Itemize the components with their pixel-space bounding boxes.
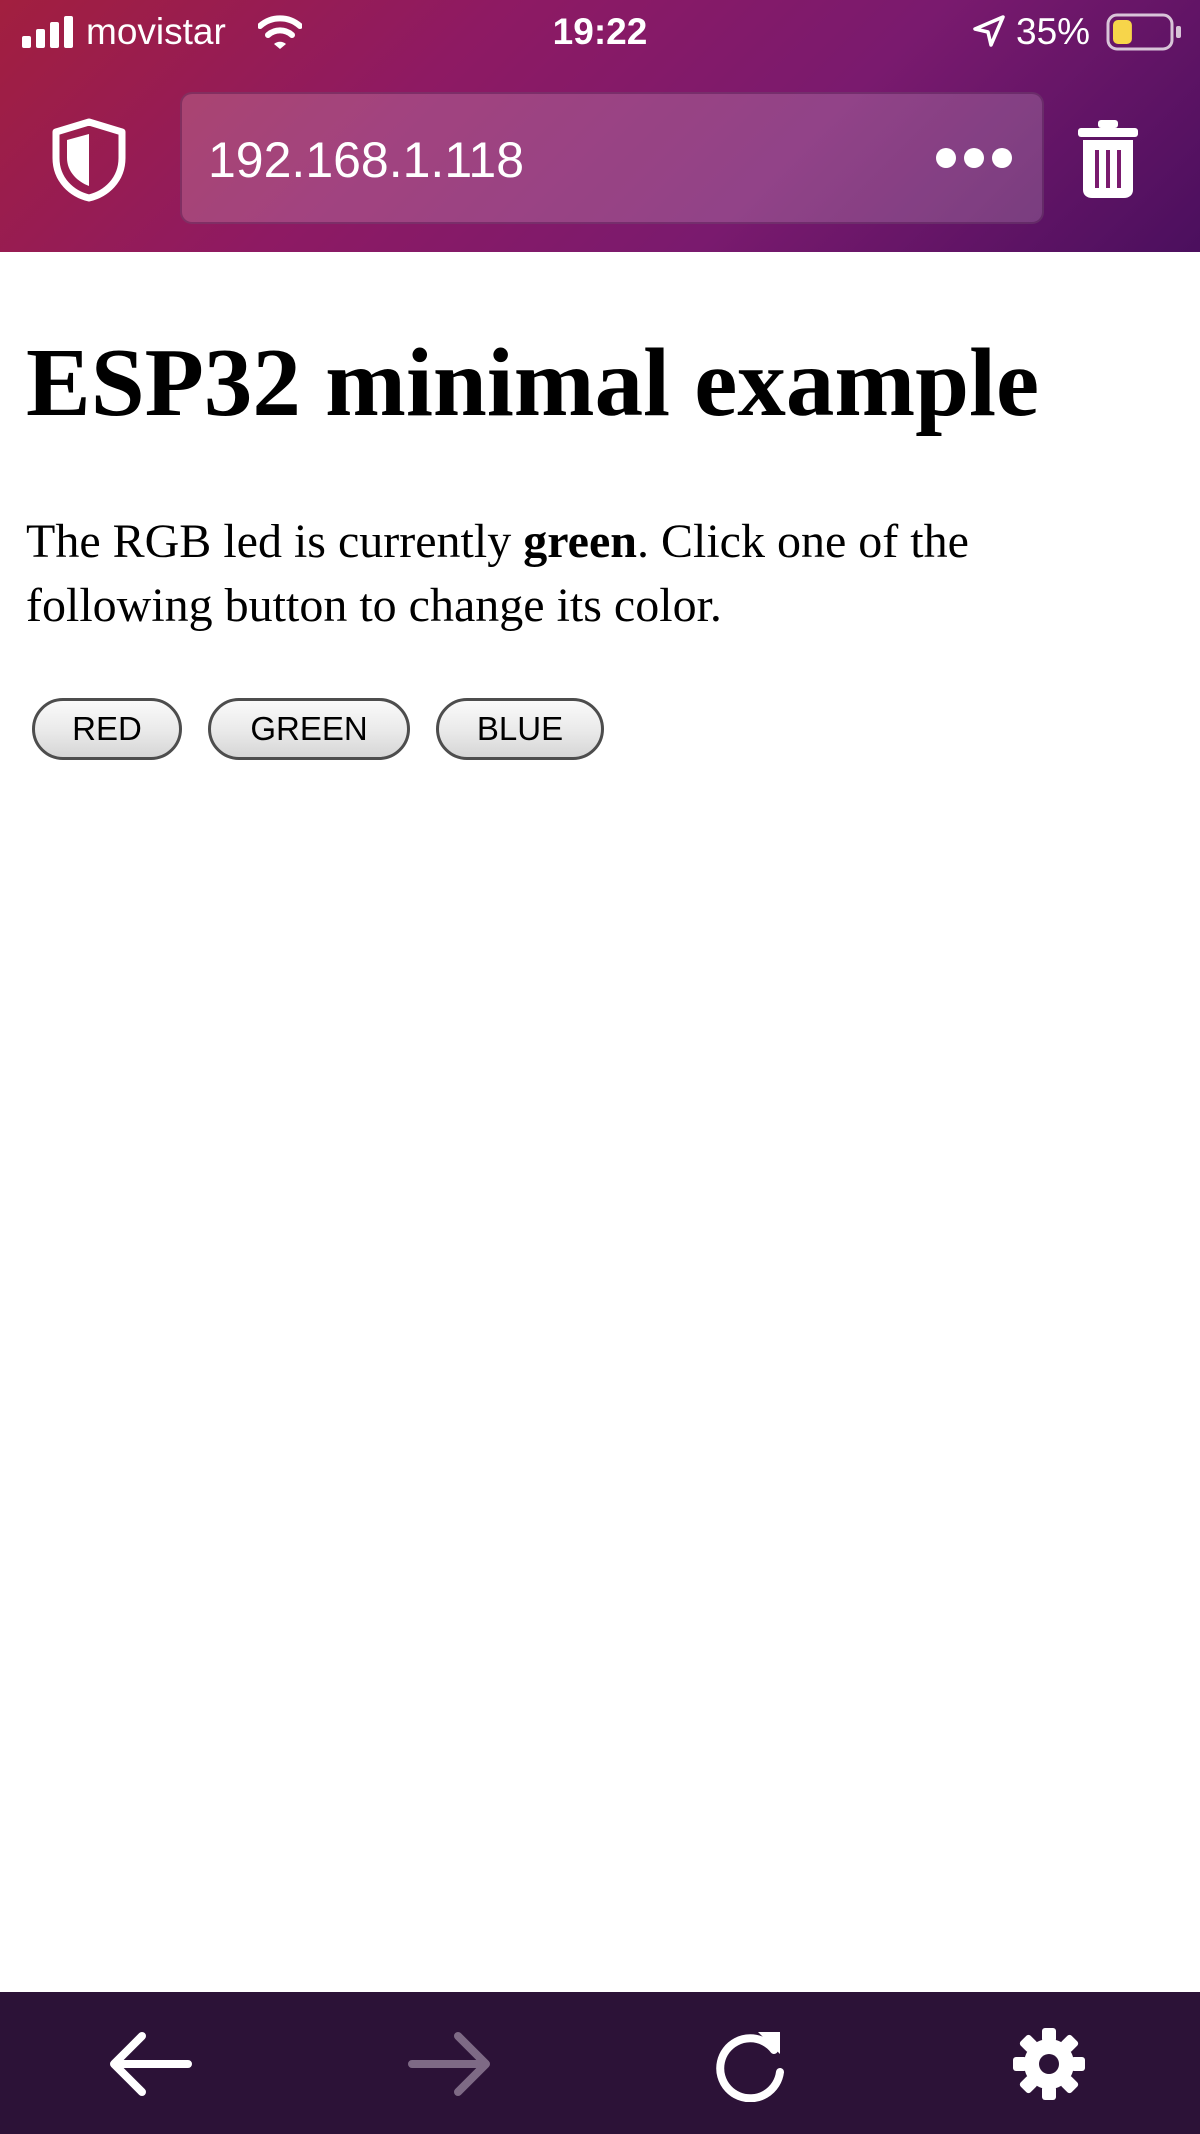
settings-icon[interactable] — [1006, 2026, 1092, 2102]
back-icon[interactable] — [108, 2026, 194, 2102]
location-icon — [973, 15, 1005, 47]
shield-icon[interactable] — [50, 118, 128, 202]
more-icon[interactable] — [934, 146, 1014, 170]
current-color-value: green — [523, 515, 637, 568]
browser-bottom-bar — [0, 1992, 1200, 2134]
reload-icon[interactable] — [708, 2026, 794, 2102]
forward-icon[interactable] — [406, 2026, 492, 2102]
battery-percent: 35% — [1016, 11, 1091, 52]
status-bar: movistar 19:22 35% — [0, 0, 1200, 66]
browser-top-chrome: movistar 19:22 35% 192.168.1.118 — [0, 0, 1200, 252]
page-content: ESP32 minimal example The RGB led is cur… — [0, 252, 1200, 1992]
blue-button[interactable]: BLUE — [436, 698, 604, 760]
page-title: ESP32 minimal example — [26, 329, 1040, 436]
battery-level-fill — [1113, 20, 1132, 44]
red-button[interactable]: RED — [32, 698, 182, 760]
green-button[interactable]: GREEN — [208, 698, 410, 760]
page-description: The RGB led is currently green. Click on… — [26, 510, 1166, 638]
description-text-start: The RGB led is currently — [26, 515, 524, 568]
url-text[interactable]: 192.168.1.118 — [208, 132, 524, 188]
trash-icon[interactable] — [1076, 118, 1140, 200]
browser-toolbar: 192.168.1.118 — [0, 66, 1200, 252]
address-bar[interactable]: 192.168.1.118 — [180, 92, 1044, 224]
battery-icon — [1106, 13, 1181, 51]
